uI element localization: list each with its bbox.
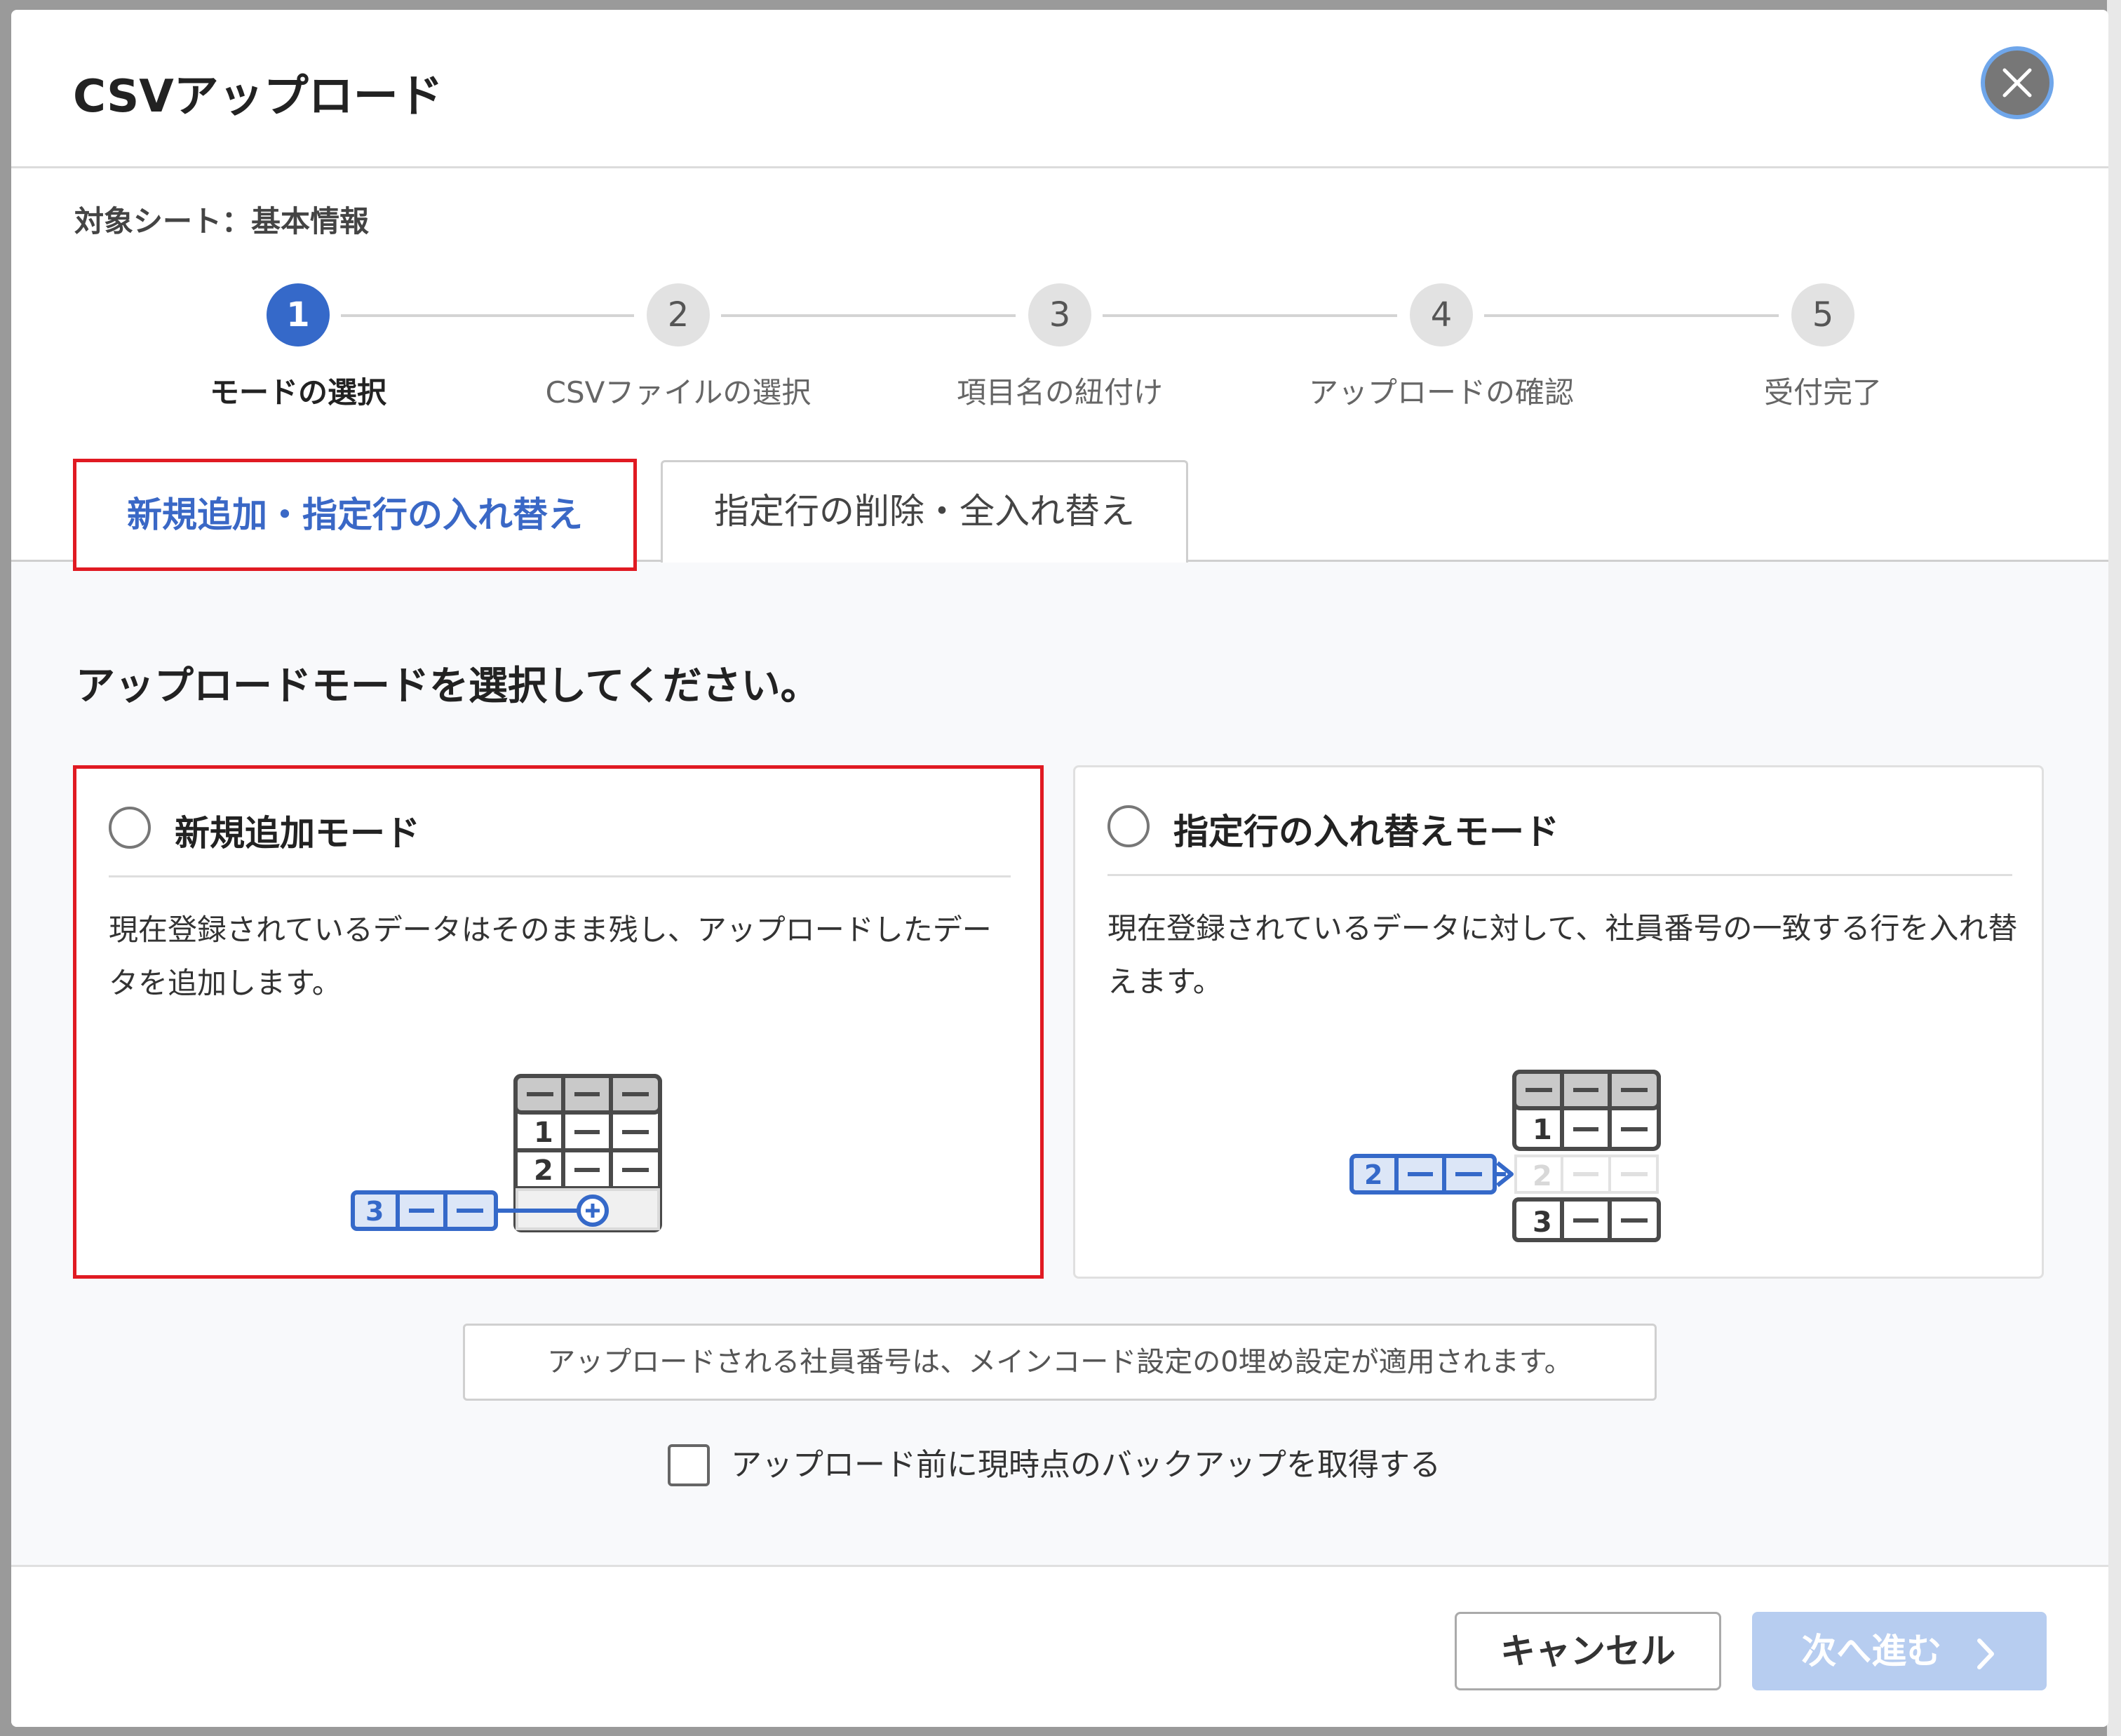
chevron-right-icon (1977, 1638, 1994, 1669)
append-mode-description: 現在登録されているデータはそのまま残し、アップロードしたデータを追加します。 (109, 913, 992, 1000)
tab-add-replace[interactable]: 新規追加・指定行の入れ替え (73, 459, 637, 571)
table-icon: 1 2 3 (1512, 1070, 1661, 1242)
step-3-label: 項目名の紐付け (956, 375, 1163, 410)
replace-new-row: 2 (1364, 1159, 1382, 1190)
zero-padding-notice: アップロードされる社員番号は、メインコード設定の0埋め設定が適用されます。 (463, 1324, 1657, 1401)
step-2-circle: 2 (647, 283, 710, 346)
append-row-2: 2 (534, 1155, 553, 1187)
step-4-circle: 4 (1410, 283, 1473, 346)
close-button[interactable] (1981, 46, 2054, 119)
dialog-footer: キャンセル 次へ進む (11, 1565, 2108, 1727)
append-row-1: 1 (534, 1117, 553, 1149)
next-button[interactable]: 次へ進む (1752, 1612, 2047, 1690)
replace-illustration: 1 2 3 2 (1349, 1070, 1661, 1242)
step-connector (1103, 314, 1397, 317)
replace-mode-title: 指定行の入れ替えモード (1173, 812, 1559, 852)
card-divider (109, 875, 1011, 877)
step-connector (1484, 314, 1779, 317)
close-icon (2002, 68, 2032, 97)
replace-mode-card[interactable]: 指定行の入れ替えモード 現在登録されているデータに対して、社員番号の一致する行を… (1073, 765, 2044, 1279)
background-page (2107, 0, 2121, 1736)
mode-prompt: アップロードモードを選択してください。 (76, 664, 820, 709)
append-new-row: 3 (365, 1196, 384, 1227)
replace-old-row-2: 2 (1533, 1160, 1552, 1192)
csv-upload-dialog: CSVアップロード 対象シート：基本情報 1 2 3 4 5 モードの選択 CS… (11, 10, 2108, 1727)
replace-mode-radio[interactable] (1107, 805, 1150, 847)
step-connector (341, 314, 634, 317)
next-button-label: 次へ進む (1801, 1631, 1942, 1671)
append-mode-card[interactable]: 新規追加モード 現在登録されているデータはそのまま残し、アップロードしたデータを… (73, 765, 1044, 1279)
append-mode-title: 新規追加モード (175, 813, 420, 854)
target-sheet-label: 対象シート：基本情報 (74, 204, 370, 238)
step-5-label: 受付完了 (1763, 375, 1882, 410)
backup-checkbox[interactable] (668, 1444, 710, 1486)
step-1-circle: 1 (267, 283, 330, 346)
dialog-title: CSVアップロード (73, 71, 443, 123)
cancel-button[interactable]: キャンセル (1455, 1612, 1721, 1690)
replace-row-1: 1 (1533, 1114, 1552, 1146)
tab-content: アップロードモードを選択してください。 新規追加モード 現在登録されているデータ… (11, 562, 2108, 1565)
backup-checkbox-label[interactable]: アップロード前に現時点のバックアップを取得する (731, 1444, 1441, 1486)
step-2-label: CSVファイルの選択 (545, 375, 812, 410)
dialog-header: CSVアップロード (11, 10, 2108, 168)
step-4-label: アップロードの確認 (1308, 375, 1574, 410)
step-5-circle: 5 (1791, 283, 1854, 346)
card-divider (1107, 874, 2012, 876)
replacement-row-icon: 2 (1349, 1154, 1514, 1195)
step-connector (721, 314, 1016, 317)
replace-row-3: 3 (1533, 1206, 1552, 1239)
replace-mode-description: 現在登録されているデータに対して、社員番号の一致する行を入れ替えます。 (1107, 911, 2018, 999)
step-3-circle: 3 (1028, 283, 1091, 346)
append-mode-radio[interactable] (109, 807, 151, 849)
tab-delete-replace-all[interactable]: 指定行の削除・全入れ替え (661, 460, 1188, 563)
step-1-label: モードの選択 (209, 375, 386, 410)
append-illustration: 1 2 3 (351, 1074, 662, 1232)
